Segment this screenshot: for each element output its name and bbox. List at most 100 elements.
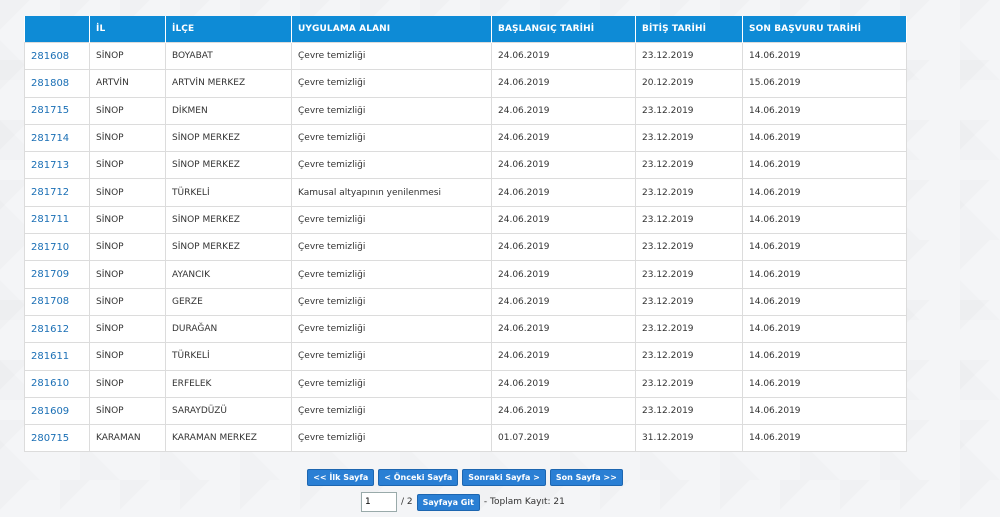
record-id-link[interactable]: 281610 [31,378,69,389]
cell-province: SİNOP [89,123,166,153]
cell-district: SİNOP MERKEZ [165,123,292,153]
record-id-link[interactable]: 281710 [31,242,69,253]
record-id-link[interactable]: 280715 [31,433,69,444]
cell-application-area: Çevre temizliği [291,342,492,371]
cell-end-date: 23.12.2019 [635,260,743,289]
cell-province: SİNOP [89,178,166,207]
cell-application-area: Çevre temizliği [291,314,492,344]
table-row: 281611 SİNOP TÜRKELİ Çevre temizliği 24.06.2… [24,342,907,371]
page-jump-bar: / 2 Sayfaya Git - Toplam Kayıt: 21 [361,492,565,512]
go-to-page-button[interactable]: Sayfaya Git [416,493,480,511]
record-id-link[interactable]: 281808 [31,78,69,89]
next-page-button[interactable]: Sonraki Sayfa > [462,469,546,486]
cell-application-area: Çevre temizliği [291,123,492,153]
record-id-link[interactable]: 281609 [31,406,69,417]
cell-deadline: 14.06.2019 [742,314,907,344]
cell-id: 280715 [24,424,90,453]
cell-id: 281608 [24,41,90,71]
cell-district: ARTVİN MERKEZ [165,69,292,98]
record-id-link[interactable]: 281708 [31,296,69,307]
cell-end-date: 23.12.2019 [635,287,743,316]
cell-province: SİNOP [89,342,166,371]
record-id-link[interactable]: 281715 [31,105,69,116]
page-number-input[interactable] [361,492,397,512]
table-row: 280715 KARAMAN KARAMAN MERKEZ Çevre temizli… [24,424,907,453]
cell-province: SİNOP [89,260,166,289]
table-row: 281710 SİNOP SİNOP MERKEZ Çevre temizliği 24… [24,233,907,262]
table-row: 281708 SİNOP GERZE Çevre temizliği 24.06.201… [24,287,907,316]
cell-province: SİNOP [89,233,166,262]
first-page-button[interactable]: << İlk Sayfa [307,469,375,486]
table-row: 281712 SİNOP TÜRKELİ Kamusal altyapının yen… [24,178,907,207]
cell-district: DİKMEN [165,96,292,125]
pagination-bar: << İlk Sayfa < Önceki Sayfa Sonraki Sayf… [0,469,930,486]
cell-district: SARAYDÜZÜ [165,396,292,426]
table-row: 281713 SİNOP SİNOP MERKEZ Çevre temizliği 24… [24,151,907,180]
previous-page-button[interactable]: < Önceki Sayfa [378,469,459,486]
results-table: İL İLÇE UYGULAMA ALANI BAŞLANGIÇ TARİHİ BİTİ… [24,16,907,453]
cell-start-date: 24.06.2019 [491,396,636,426]
cell-province: SİNOP [89,96,166,125]
table-body: 281608 SİNOP BOYABAT Çevre temizliği 24.06.2… [24,41,907,453]
cell-province: SİNOP [89,314,166,344]
cell-start-date: 24.06.2019 [491,369,636,398]
cell-end-date: 23.12.2019 [635,41,743,71]
last-page-button[interactable]: Son Sayfa >> [549,469,623,486]
table-row: 281709 SİNOP AYANCIK Çevre temizliği 24.06.2… [24,260,907,289]
column-header-application-area: UYGULAMA ALANI [291,16,492,43]
cell-application-area: Çevre temizliği [291,260,492,289]
record-id-link[interactable]: 281714 [31,133,69,144]
cell-id: 281713 [24,151,90,180]
cell-id: 281611 [24,342,90,371]
cell-start-date: 24.06.2019 [491,314,636,344]
cell-deadline: 14.06.2019 [742,151,907,180]
total-pages-text: / 2 [401,497,413,507]
table-row: 281715 SİNOP DİKMEN Çevre temizliği 24.06.20… [24,96,907,125]
table-header-row: İL İLÇE UYGULAMA ALANI BAŞLANGIÇ TARİHİ BİTİ… [24,16,907,43]
cell-deadline: 14.06.2019 [742,287,907,316]
table-row: 281711 SİNOP SİNOP MERKEZ Çevre temizliği 24… [24,205,907,235]
cell-application-area: Çevre temizliği [291,233,492,262]
cell-deadline: 14.06.2019 [742,233,907,262]
cell-start-date: 24.06.2019 [491,342,636,371]
column-header-id [24,16,90,43]
cell-deadline: 14.06.2019 [742,260,907,289]
cell-province: SİNOP [89,287,166,316]
cell-end-date: 23.12.2019 [635,233,743,262]
cell-start-date: 24.06.2019 [491,260,636,289]
record-id-link[interactable]: 281713 [31,160,69,171]
cell-start-date: 24.06.2019 [491,151,636,180]
cell-province: SİNOP [89,396,166,426]
cell-district: KARAMAN MERKEZ [165,424,292,453]
cell-deadline: 15.06.2019 [742,69,907,98]
record-id-link[interactable]: 281712 [31,187,69,198]
record-id-link[interactable]: 281711 [31,214,69,225]
cell-application-area: Çevre temizliği [291,205,492,235]
cell-deadline: 14.06.2019 [742,369,907,398]
cell-district: DURAĞAN [165,314,292,344]
cell-end-date: 23.12.2019 [635,342,743,371]
table-row: 281608 SİNOP BOYABAT Çevre temizliği 24.06.2… [24,41,907,71]
cell-deadline: 14.06.2019 [742,396,907,426]
cell-deadline: 14.06.2019 [742,178,907,207]
total-records-text: - Toplam Kayıt: 21 [483,497,565,507]
cell-end-date: 23.12.2019 [635,178,743,207]
table-row: 281714 SİNOP SİNOP MERKEZ Çevre temizliği 24… [24,123,907,153]
cell-end-date: 23.12.2019 [635,369,743,398]
cell-deadline: 14.06.2019 [742,41,907,71]
cell-start-date: 24.06.2019 [491,96,636,125]
cell-id: 281712 [24,178,90,207]
record-id-link[interactable]: 281608 [31,51,69,62]
record-id-link[interactable]: 281611 [31,351,69,362]
cell-application-area: Çevre temizliği [291,424,492,453]
cell-start-date: 24.06.2019 [491,205,636,235]
record-id-link[interactable]: 281612 [31,324,69,335]
record-id-link[interactable]: 281709 [31,269,69,280]
cell-deadline: 14.06.2019 [742,96,907,125]
cell-deadline: 14.06.2019 [742,342,907,371]
cell-province: SİNOP [89,151,166,180]
column-header-end-date: BİTİŞ TARİHİ [635,16,743,43]
cell-application-area: Çevre temizliği [291,369,492,398]
cell-start-date: 24.06.2019 [491,287,636,316]
cell-deadline: 14.06.2019 [742,424,907,453]
